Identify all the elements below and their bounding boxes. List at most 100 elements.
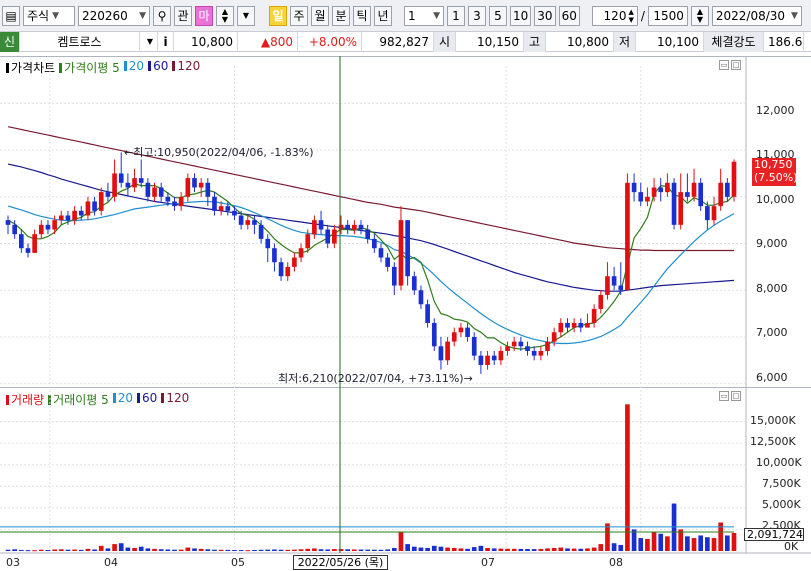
legend-label: 120 bbox=[166, 391, 190, 405]
period-minute-button[interactable]: 분 bbox=[332, 5, 350, 26]
current-rate-value: (7.50%) bbox=[754, 171, 798, 184]
main-toolbar: ▤ 주식 ▼ 220260 ▼ ⚲ 관 마 ▲ ▼ ▼ 일 주 월 분 틱 년 1… bbox=[0, 0, 811, 32]
legend-swatch-icon bbox=[48, 395, 52, 405]
interval-10-button[interactable]: 10 bbox=[510, 5, 532, 26]
current-price-value: 10,750 bbox=[754, 158, 793, 171]
trade-volume: 982,827 bbox=[362, 31, 434, 52]
current-price-marker: 10,750 (7.50%) bbox=[752, 158, 798, 186]
price-y-tick: 10,000 bbox=[756, 193, 795, 206]
legend-label: 가격이평 5 bbox=[64, 61, 120, 75]
legend-volume[interactable]: 거래량 bbox=[6, 391, 44, 408]
low-label: 저 bbox=[614, 31, 636, 52]
interval-3-button[interactable]: 3 bbox=[468, 5, 486, 26]
chart-type-icon[interactable]: ▤ bbox=[2, 5, 20, 26]
date-input[interactable]: 2022/08/30 ▼ bbox=[711, 5, 802, 26]
stepper-icon[interactable]: ▲ ▼ bbox=[216, 5, 234, 26]
total-count-value: 1500 bbox=[653, 8, 684, 23]
legend-vma20[interactable]: 20 bbox=[112, 391, 134, 408]
minimize-icon[interactable]: ▭ bbox=[719, 391, 729, 401]
legend-swatch-icon bbox=[59, 63, 63, 73]
x-tick-aug: 08 bbox=[609, 556, 623, 569]
total-count-input[interactable]: 1500 bbox=[647, 5, 688, 26]
price-panel bbox=[0, 56, 811, 386]
count-separator: / bbox=[640, 8, 645, 23]
legend-vma5[interactable]: 거래이평 5 bbox=[48, 391, 109, 408]
stepper-icon[interactable]: ▲ ▼ bbox=[690, 5, 709, 26]
current-price: 10,800 bbox=[174, 31, 238, 52]
x-tick-jul: 07 bbox=[481, 556, 495, 569]
volume-panel-controls: ▭ □ bbox=[719, 391, 741, 401]
market-type-value: 주식 bbox=[27, 9, 50, 23]
legend-label: 120 bbox=[177, 59, 201, 73]
display-count-input[interactable]: 120 ▲ ▼ bbox=[591, 5, 638, 26]
price-y-tick: 7,000 bbox=[756, 326, 788, 339]
period-month-button[interactable]: 월 bbox=[311, 5, 329, 26]
strength-label: 체결강도 bbox=[704, 31, 764, 52]
legend-ma60[interactable]: 60 bbox=[148, 59, 168, 76]
volume-y-tick: 15,000K bbox=[750, 414, 796, 427]
high-price: 10,800 bbox=[546, 31, 614, 52]
my-stocks-button[interactable]: 마 bbox=[195, 5, 213, 26]
period-day-button[interactable]: 일 bbox=[269, 5, 287, 26]
info-icon[interactable]: i bbox=[158, 31, 174, 52]
open-label: 시 bbox=[434, 31, 456, 52]
interval-1-button[interactable]: 1 bbox=[447, 5, 465, 26]
legend-label: 20 bbox=[128, 59, 145, 73]
stock-code-input[interactable]: 220260 ▼ bbox=[78, 5, 150, 26]
period-year-button[interactable]: 년 bbox=[374, 5, 392, 26]
period-week-button[interactable]: 주 bbox=[290, 5, 308, 26]
legend-label: 가격차트 bbox=[11, 61, 56, 75]
minimize-icon[interactable]: ▭ bbox=[719, 60, 729, 70]
legend-vma120[interactable]: 120 bbox=[161, 391, 189, 408]
interval-30-button[interactable]: 30 bbox=[534, 5, 556, 26]
legend-label: 60 bbox=[142, 391, 158, 405]
maximize-icon[interactable]: □ bbox=[731, 60, 741, 70]
legend-ma20[interactable]: 20 bbox=[123, 59, 145, 76]
interval-5-button[interactable]: 5 bbox=[489, 5, 507, 26]
legend-swatch-icon bbox=[112, 393, 116, 403]
price-y-tick: 6,000 bbox=[756, 371, 788, 384]
dropdown-arrow-icon: ▼ bbox=[139, 10, 146, 21]
stepper-icon: ▲ ▼ bbox=[628, 7, 634, 24]
price-y-tick: 9,000 bbox=[756, 237, 788, 250]
legend-vma60[interactable]: 60 bbox=[137, 391, 157, 408]
volume-panel bbox=[0, 387, 811, 553]
stock-name[interactable]: 켐트로스 bbox=[20, 31, 140, 52]
volume-y-tick: 0K bbox=[784, 540, 799, 553]
interval-select[interactable]: 1 ▼ bbox=[404, 5, 444, 26]
credit-badge: 신 bbox=[0, 31, 20, 52]
interval-60-button[interactable]: 60 bbox=[558, 5, 580, 26]
crosshair-date-label: 2022/05/26 (목) bbox=[293, 555, 388, 570]
high-annotation: ←최고:10,950(2022/04/06, -1.83%) bbox=[124, 146, 314, 159]
legend-swatch-icon bbox=[148, 61, 152, 71]
legend-label: 20 bbox=[117, 391, 134, 405]
legend-swatch-icon bbox=[137, 393, 141, 403]
dropdown-arrow-icon: ▼ bbox=[433, 10, 440, 21]
stock-code-value: 220260 bbox=[82, 8, 128, 23]
dropdown-arrow-icon: ▼ bbox=[790, 10, 798, 21]
legend-swatch-icon bbox=[161, 393, 165, 403]
low-price: 10,100 bbox=[636, 31, 704, 52]
legend-swatch-icon bbox=[123, 61, 127, 71]
legend-price-chart[interactable]: 가격차트 bbox=[6, 59, 55, 76]
legend-label: 60 bbox=[153, 59, 169, 73]
price-change: ▲800 bbox=[238, 31, 298, 52]
chevron-down-icon[interactable]: ▼ bbox=[237, 5, 255, 26]
watchlist-button[interactable]: 관 bbox=[174, 5, 192, 26]
legend-swatch-icon bbox=[172, 61, 176, 71]
market-type-select[interactable]: 주식 ▼ bbox=[23, 5, 75, 26]
date-value: 2022/08/30 bbox=[715, 8, 786, 23]
dropdown-arrow-icon[interactable]: ▼ bbox=[140, 31, 158, 52]
volume-y-tick: 5,000K bbox=[762, 498, 801, 511]
period-tick-button[interactable]: 틱 bbox=[353, 5, 371, 26]
legend-ma120[interactable]: 120 bbox=[172, 59, 200, 76]
legend-swatch-icon bbox=[6, 63, 9, 73]
legend-ma5[interactable]: 가격이평 5 bbox=[59, 59, 120, 76]
volume-y-tick: 12,500K bbox=[750, 435, 796, 448]
change-rate: +8.00% bbox=[298, 31, 362, 52]
price-y-tick: 12,000 bbox=[756, 104, 795, 117]
price-panel-controls: ▭ □ bbox=[719, 60, 741, 70]
search-icon[interactable]: ⚲ bbox=[153, 5, 171, 26]
volume-y-tick: 7,500K bbox=[762, 477, 801, 490]
maximize-icon[interactable]: □ bbox=[731, 391, 741, 401]
